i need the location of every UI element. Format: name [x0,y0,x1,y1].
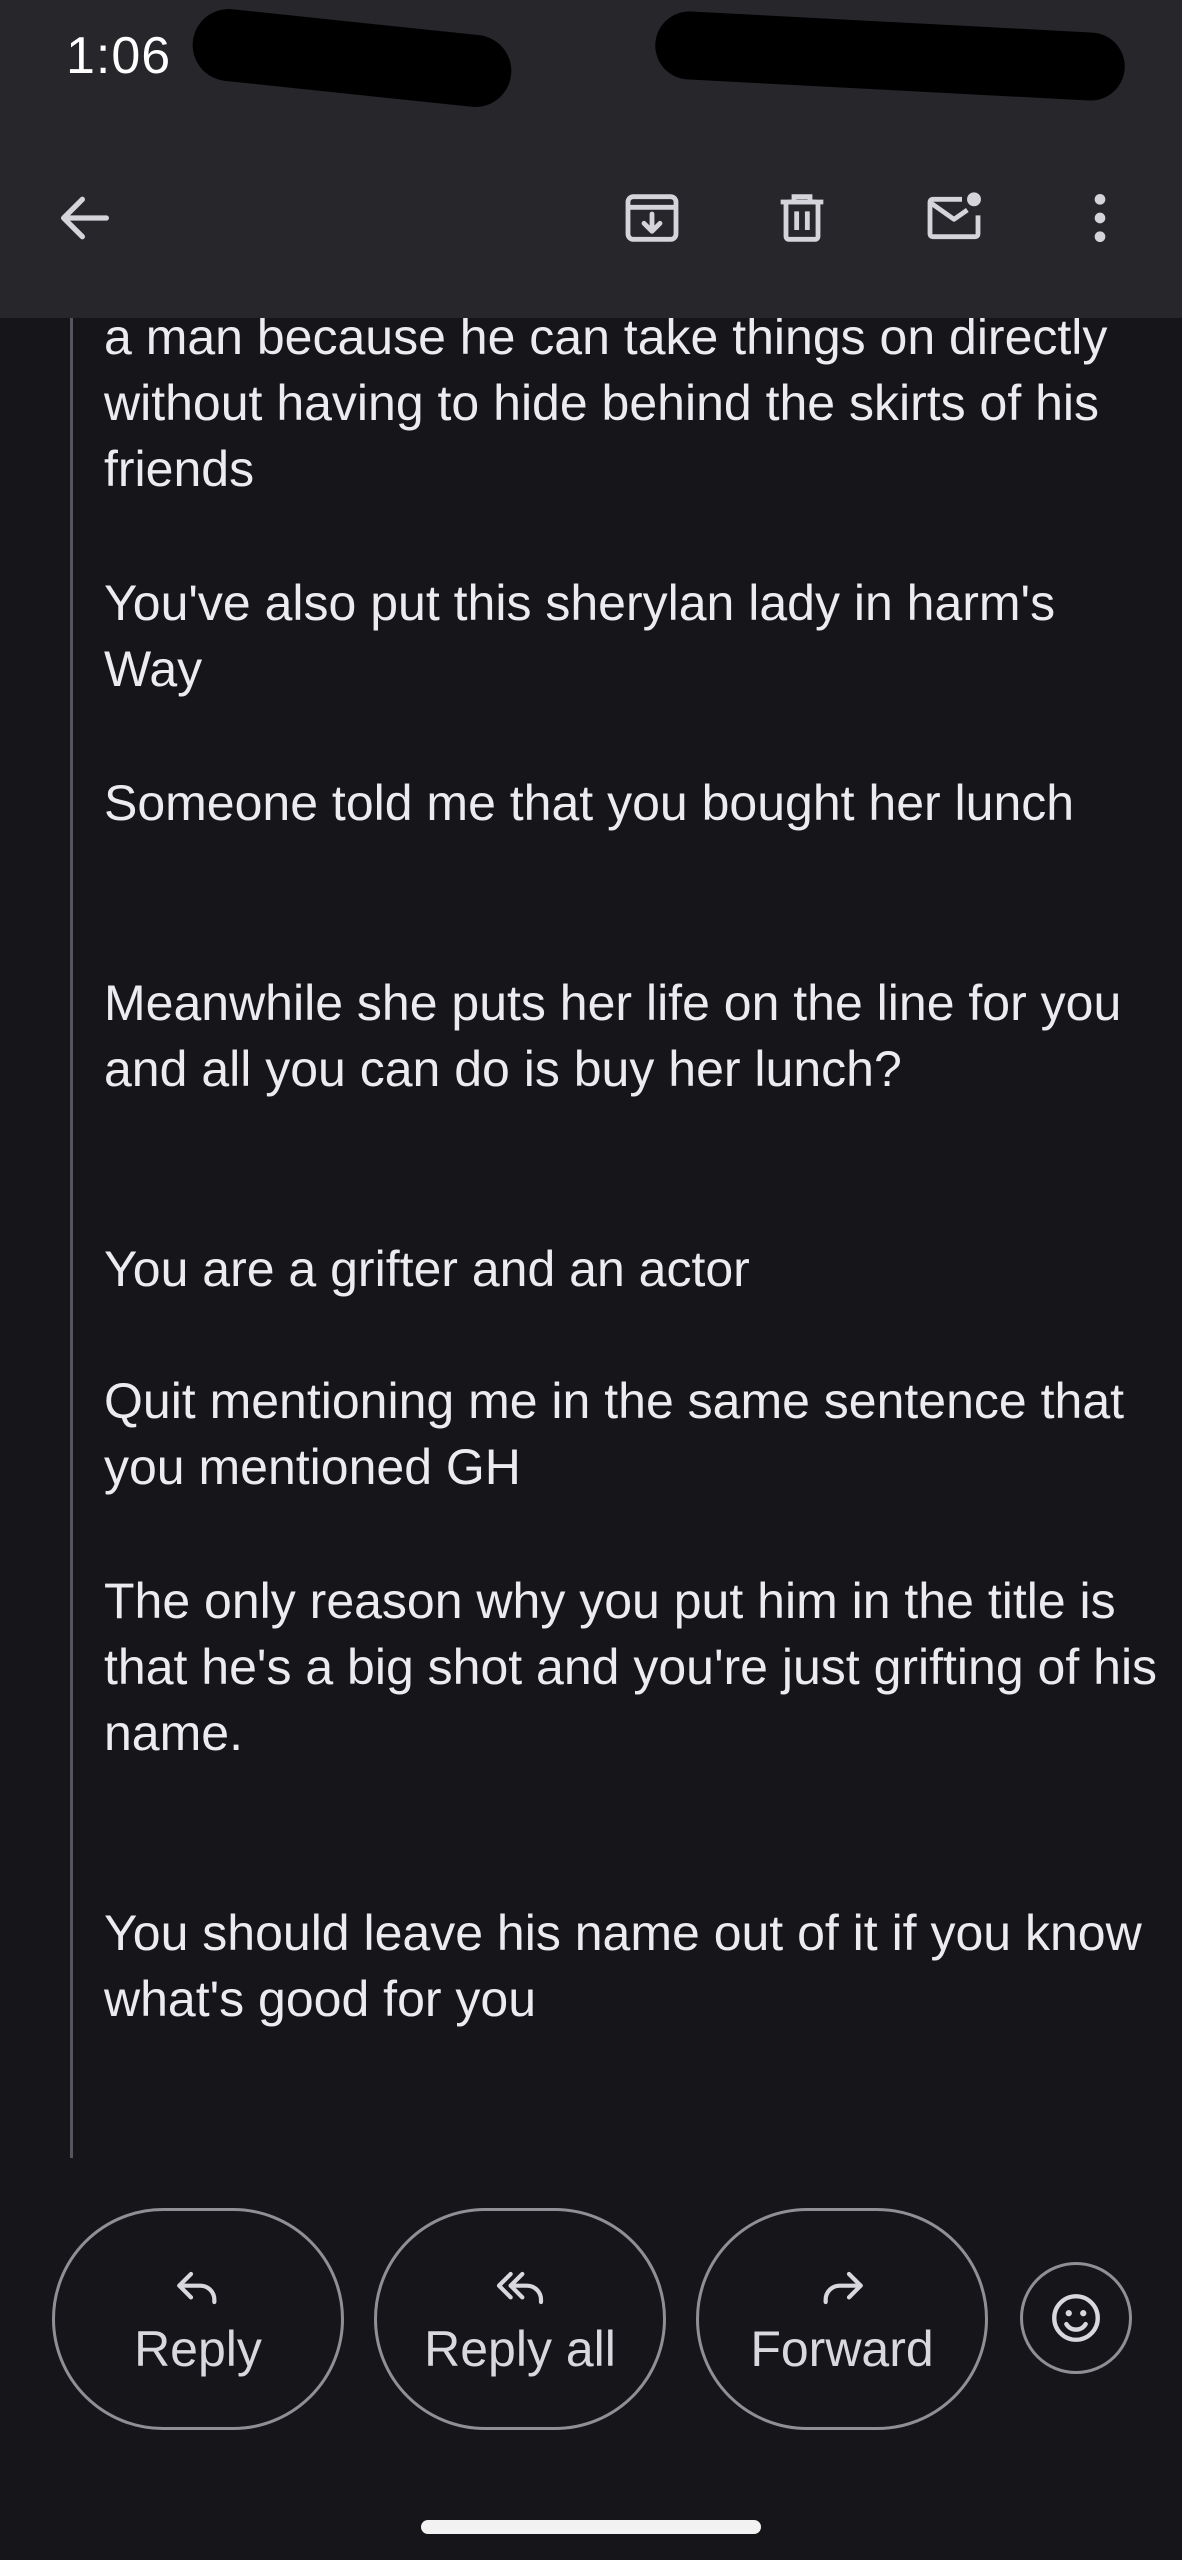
message-paragraph: You should leave his name out of it if y… [104,1905,1142,2027]
reply-icon [177,2271,217,2305]
message-paragraph: Quit mentioning me in the same sentence … [104,1373,1125,1495]
reply-label: Reply [134,2321,262,2377]
status-bar: 1:06 [0,0,1182,118]
message-paragraph: Someone told me that you bought her lunc… [104,775,1075,831]
redacted-status-icons [653,9,1127,103]
reply-all-icon [496,2271,544,2305]
message-paragraph: The only reason why you put him in the t… [104,1573,1158,1761]
forward-button[interactable]: Forward [696,2208,988,2430]
mark-unread-button[interactable] [914,178,994,258]
reply-all-button[interactable]: Reply all [374,2208,666,2430]
message-paragraph: You've also put this sherylan lady in ha… [104,575,1056,697]
delete-button[interactable] [762,178,842,258]
arrow-left-icon [61,196,109,240]
home-indicator[interactable] [421,2520,761,2534]
message-actions: Reply Reply all Forward [0,2200,1182,2440]
redacted-notification-area [189,5,515,111]
trash-icon [780,194,824,242]
status-time: 1:06 [66,27,172,85]
archive-button[interactable] [612,178,692,258]
quote-bar [70,318,73,2158]
email-toolbar [0,118,1182,318]
message-paragraph: Meanwhile she puts her life on the line … [104,975,1122,1097]
forward-icon [823,2271,863,2305]
reply-button[interactable]: Reply [52,2208,344,2430]
back-button[interactable] [45,178,125,258]
message-paragraph: You are a grifter and an actor [104,1241,750,1297]
forward-label: Forward [750,2321,934,2377]
message-paragraph: a man because he can take things on dire… [104,318,1108,497]
archive-icon [625,194,679,242]
more-options-button[interactable] [1060,178,1140,258]
reply-all-label: Reply all [424,2321,616,2377]
emoji-icon [1052,2294,1100,2342]
email-body: a man because he can take things on dire… [0,318,1182,2178]
more-vert-icon [1094,194,1106,242]
mail-unread-icon [927,192,981,240]
emoji-reaction-button[interactable] [1020,2262,1132,2374]
